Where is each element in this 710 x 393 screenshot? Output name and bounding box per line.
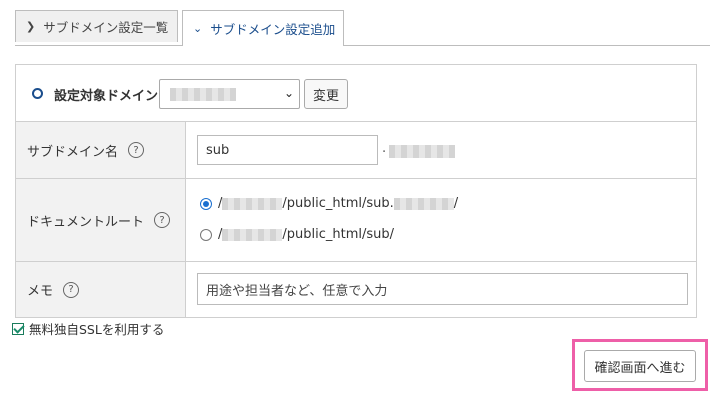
confirm-button[interactable]: 確認画面へ進む xyxy=(584,350,696,382)
subdomain-form: 設定対象ドメイン ⌄ 変更 サブドメイン名 ? sub . ドキュメントルート … xyxy=(15,64,697,318)
ssl-label: 無料独自SSLを利用する xyxy=(29,322,165,337)
docroot-label: ドキュメントルート xyxy=(27,214,145,230)
help-icon[interactable]: ? xyxy=(154,212,171,228)
redacted-user xyxy=(222,197,283,210)
tab-subdomain-list[interactable]: ❯ サブドメイン設定一覧 xyxy=(15,10,178,42)
tab-subdomain-add[interactable]: ⌄ サブドメイン設定追加 xyxy=(182,10,344,46)
redacted-domain xyxy=(389,145,455,158)
memo-label: メモ xyxy=(27,284,54,299)
tab-label: サブドメイン設定追加 xyxy=(210,22,336,37)
target-domain-icon xyxy=(32,88,43,99)
ssl-checkbox[interactable] xyxy=(12,322,24,335)
docroot-label-cell: ドキュメントルート ? xyxy=(16,179,186,261)
domain-select[interactable]: ⌄ xyxy=(159,79,300,109)
chevron-down-icon: ⌄ xyxy=(283,86,294,100)
redacted-domain xyxy=(170,88,236,101)
tab-label: サブドメイン設定一覧 xyxy=(43,20,169,35)
redacted-domain xyxy=(393,197,454,210)
help-icon[interactable]: ? xyxy=(63,281,80,298)
tab-bar: ❯ サブドメイン設定一覧 ⌄ サブドメイン設定追加 xyxy=(15,0,710,46)
help-icon[interactable]: ? xyxy=(128,142,145,158)
chevron-right-icon: ❯ xyxy=(26,20,36,33)
radio-selected[interactable] xyxy=(200,197,212,210)
subdomain-separator: . xyxy=(382,141,387,156)
chevron-down-icon: ⌄ xyxy=(193,22,203,35)
memo-label-cell: メモ ? xyxy=(16,262,186,317)
subdomain-input[interactable]: sub xyxy=(197,135,378,165)
subdomain-label: サブドメイン名 xyxy=(27,144,119,160)
change-button[interactable]: 変更 xyxy=(304,79,348,109)
redacted-user xyxy=(222,228,283,241)
subdomain-row: サブドメイン名 ? sub . xyxy=(16,121,696,178)
memo-input[interactable]: 用途や担当者など、任意で入力 xyxy=(197,273,688,305)
domain-row: 設定対象ドメイン ⌄ 変更 xyxy=(16,65,696,121)
domain-label: 設定対象ドメイン xyxy=(54,89,159,104)
document-root-row: ドキュメントルート ? / /public_html/sub. / / /pub… xyxy=(16,178,696,261)
ssl-option[interactable]: 無料独自SSLを利用する xyxy=(12,319,164,338)
radio-unselected[interactable] xyxy=(200,228,212,241)
docroot-option-1[interactable]: / /public_html/sub. / xyxy=(200,196,458,211)
memo-row: メモ ? 用途や担当者など、任意で入力 xyxy=(16,261,696,317)
subdomain-label-cell: サブドメイン名 ? xyxy=(16,122,186,178)
docroot-option-2[interactable]: / /public_html/sub/ xyxy=(200,227,394,242)
